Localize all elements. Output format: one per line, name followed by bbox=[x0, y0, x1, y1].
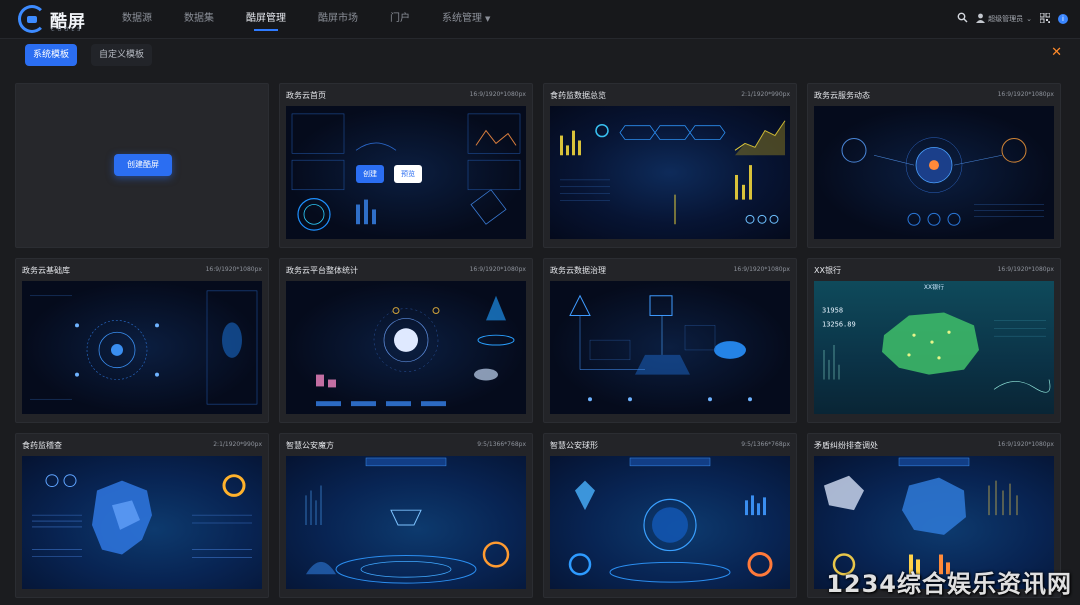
template-thumbnail: XX银行 31958 13256.89 bbox=[814, 281, 1054, 414]
nav-item-screen-market[interactable]: 酷屏市场 bbox=[318, 0, 358, 38]
template-size: 16:9/1920*1080px bbox=[997, 266, 1054, 273]
template-size: 16:9/1920*1080px bbox=[469, 266, 526, 273]
template-card[interactable]: 食药监数据总览 2:1/1920*990px bbox=[543, 83, 797, 248]
template-card[interactable]: XX银行 16:9/1920*1080px XX银行 31958 13256.8… bbox=[807, 258, 1061, 423]
template-card[interactable]: 智慧公安魔方 9:5/1366*768px bbox=[279, 433, 533, 598]
logo-icon bbox=[18, 5, 46, 33]
template-thumbnail bbox=[286, 281, 526, 414]
logo-subtitle: COOLS bbox=[51, 27, 84, 33]
main-nav: 数据源 数据集 酷屏管理 酷屏市场 门户 系统管理 ▼ bbox=[122, 0, 522, 38]
chevron-down-icon: ▼ bbox=[485, 15, 491, 23]
close-icon[interactable]: ✕ bbox=[1051, 45, 1062, 60]
template-size: 2:1/1920*990px bbox=[213, 441, 262, 448]
tab-custom-templates[interactable]: 自定义模板 bbox=[91, 44, 153, 66]
template-size: 2:1/1920*990px bbox=[741, 91, 790, 98]
template-size: 9:5/1366*768px bbox=[477, 441, 526, 448]
template-card[interactable]: 政务云首页 16:9/1920*1080px 创建 预览 bbox=[279, 83, 533, 248]
user-icon[interactable] bbox=[976, 13, 986, 26]
template-thumbnail bbox=[550, 456, 790, 589]
template-card[interactable]: 食药监稽查 2:1/1920*990px bbox=[15, 433, 269, 598]
chevron-down-icon[interactable]: ⌄ bbox=[1026, 15, 1032, 23]
search-icon[interactable] bbox=[957, 12, 968, 26]
template-title: 政务云平台整体统计 bbox=[286, 266, 358, 275]
template-size: 9:5/1366*768px bbox=[741, 441, 790, 448]
template-title: 智慧公安球形 bbox=[550, 441, 598, 450]
template-card[interactable]: 政务云平台整体统计 16:9/1920*1080px bbox=[279, 258, 533, 423]
qrcode-icon[interactable] bbox=[1039, 12, 1051, 26]
template-title: 智慧公安魔方 bbox=[286, 441, 334, 450]
template-card[interactable]: 智慧公安球形 9:5/1366*768px bbox=[543, 433, 797, 598]
nav-item-dataset[interactable]: 数据集 bbox=[184, 0, 214, 38]
thumb-bank-title: XX银行 bbox=[924, 283, 944, 291]
create-from-template-button[interactable]: 创建 bbox=[356, 165, 384, 183]
create-screen-card[interactable]: 创建酷屏 bbox=[15, 83, 269, 248]
template-thumbnail bbox=[550, 106, 790, 239]
template-title: 政务云服务动态 bbox=[814, 91, 870, 100]
template-title: 食药监稽查 bbox=[22, 441, 62, 450]
template-title: 政务云基础库 bbox=[22, 266, 70, 275]
template-thumbnail bbox=[22, 281, 262, 414]
template-card[interactable]: 政务云服务动态 16:9/1920*1080px bbox=[807, 83, 1061, 248]
thumb-bank-number-2: 13256.89 bbox=[822, 320, 856, 328]
info-icon[interactable]: i bbox=[1058, 14, 1068, 24]
template-title: 政务云数据治理 bbox=[550, 266, 606, 275]
template-thumbnail: 创建 预览 bbox=[286, 106, 526, 239]
top-right-tools: 超级管理员 ⌄ i bbox=[949, 0, 1068, 38]
template-size: 16:9/1920*1080px bbox=[733, 266, 790, 273]
template-grid: 创建酷屏 政务云首页 16:9/1920*1080px 创建 预览 食药监数据总… bbox=[15, 83, 1063, 598]
user-name[interactable]: 超级管理员 bbox=[988, 14, 1023, 24]
template-title: 矛盾纠纷排查调处 bbox=[814, 441, 878, 450]
template-size: 16:9/1920*1080px bbox=[997, 91, 1054, 98]
template-thumbnail bbox=[814, 106, 1054, 239]
nav-item-system-manage[interactable]: 系统管理 ▼ bbox=[442, 0, 490, 38]
thumb-bank-number-1: 31958 bbox=[822, 307, 843, 315]
template-card[interactable]: 政务云数据治理 16:9/1920*1080px bbox=[543, 258, 797, 423]
template-size: 16:9/1920*1080px bbox=[469, 91, 526, 98]
template-thumbnail bbox=[550, 281, 790, 414]
nav-item-screen-manage[interactable]: 酷屏管理 bbox=[246, 0, 286, 38]
template-thumbnail bbox=[22, 456, 262, 589]
top-bar: 酷屏 COOLS 数据源 数据集 酷屏管理 酷屏市场 门户 系统管理 ▼ 超级管理… bbox=[0, 0, 1080, 39]
template-size: 16:9/1920*1080px bbox=[205, 266, 262, 273]
template-card[interactable]: 政务云基础库 16:9/1920*1080px bbox=[15, 258, 269, 423]
nav-item-label: 系统管理 bbox=[442, 13, 482, 24]
template-title: XX银行 bbox=[814, 266, 841, 275]
template-size: 16:9/1920*1080px bbox=[997, 441, 1054, 448]
preview-template-button[interactable]: 预览 bbox=[394, 165, 422, 183]
template-title: 政务云首页 bbox=[286, 91, 326, 100]
nav-item-portal[interactable]: 门户 bbox=[390, 0, 410, 38]
template-title: 食药监数据总览 bbox=[550, 91, 606, 100]
app-logo[interactable]: 酷屏 COOLS bbox=[18, 5, 108, 35]
watermark-text: 1234综合娱乐资讯网 bbox=[826, 570, 1072, 598]
tab-system-templates[interactable]: 系统模板 bbox=[25, 44, 78, 66]
nav-item-datasource[interactable]: 数据源 bbox=[122, 0, 152, 38]
create-screen-button[interactable]: 创建酷屏 bbox=[114, 154, 172, 176]
template-thumbnail bbox=[286, 456, 526, 589]
